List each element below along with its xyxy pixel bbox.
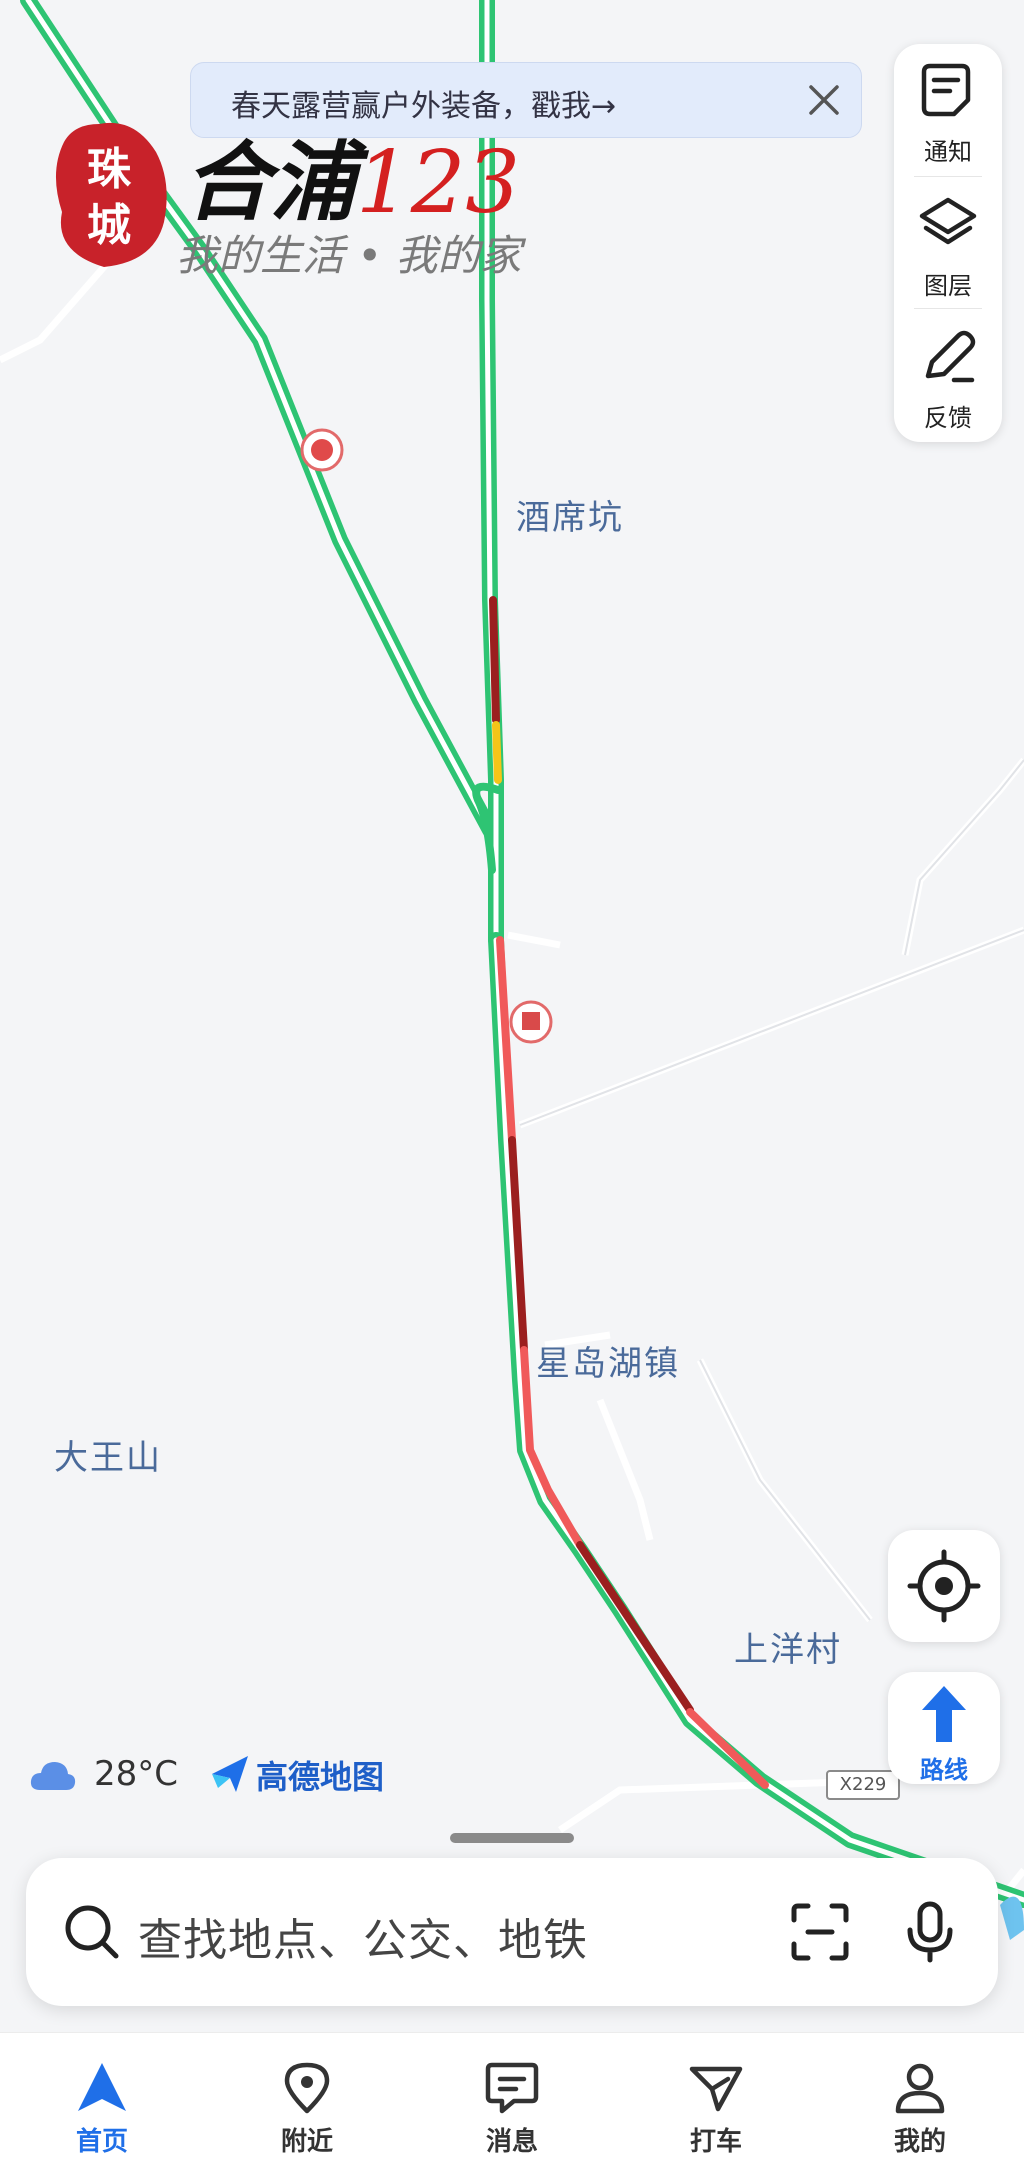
message-icon xyxy=(485,2062,539,2114)
notice-icon xyxy=(921,63,971,117)
cloud-icon xyxy=(30,1762,76,1790)
layers-icon xyxy=(919,197,977,245)
notice-label: 通知 xyxy=(924,138,972,166)
tab-messages[interactable]: 消息 xyxy=(410,2033,614,2165)
location-pin-icon xyxy=(284,2062,330,2114)
search-input[interactable]: 查找地点、公交、地铁 xyxy=(138,1904,588,1968)
close-icon[interactable] xyxy=(801,77,847,123)
watermark-logo: 珠 城 合浦123 我的生活 • 我的家 xyxy=(44,112,564,282)
sheet-drag-handle[interactable] xyxy=(450,1833,574,1843)
poi-marker-lower xyxy=(509,1000,553,1044)
attribution-text: 高德地图 xyxy=(256,1758,385,1796)
tab-taxi-label: 打车 xyxy=(689,2127,742,2157)
layers-label: 图层 xyxy=(924,272,972,300)
notice-button[interactable]: 通知 xyxy=(894,44,1002,172)
route-button[interactable]: 路线 xyxy=(888,1672,1000,1784)
seal-char-2: 城 xyxy=(87,200,131,251)
seal-char-1: 珠 xyxy=(87,144,132,195)
user-icon xyxy=(895,2063,945,2114)
tab-home-label: 首页 xyxy=(75,2127,128,2157)
amap-logo-icon xyxy=(212,1756,248,1792)
taxi-icon xyxy=(689,2066,743,2112)
watermark-subtitle: 我的生活 • 我的家 xyxy=(176,231,522,280)
search-bar[interactable]: 查找地点、公交、地铁 xyxy=(26,1858,998,2006)
tab-nearby-label: 附近 xyxy=(280,2127,333,2157)
bottom-tab-bar: 首页 附近 消息 打车 我的 xyxy=(0,2032,1024,2165)
feedback-icon xyxy=(925,330,976,383)
tab-home[interactable]: 首页 xyxy=(0,2033,204,2165)
tab-mine-label: 我的 xyxy=(893,2127,946,2157)
map-label-shangyang[interactable]: 上洋村 xyxy=(734,1622,842,1671)
tab-mine[interactable]: 我的 xyxy=(818,2033,1022,2165)
scan-icon[interactable] xyxy=(788,1900,852,1964)
tab-taxi[interactable]: 打车 xyxy=(614,2033,818,2165)
map-label-xingdaohu[interactable]: 星岛湖镇 xyxy=(536,1336,680,1385)
route-label: 路线 xyxy=(920,1756,968,1784)
search-icon xyxy=(65,1905,119,1959)
poi-marker-upper xyxy=(300,428,344,472)
feedback-button[interactable]: 反馈 xyxy=(894,310,1002,438)
map-label-dawangshan[interactable]: 大王山 xyxy=(54,1430,162,1479)
locate-button[interactable] xyxy=(888,1530,1000,1642)
tab-nearby[interactable]: 附近 xyxy=(205,2033,409,2165)
home-arrow-icon xyxy=(78,2063,126,2111)
map-label-jiuxikeng[interactable]: 酒席坑 xyxy=(516,490,624,539)
temperature: 28°C xyxy=(94,1754,179,1794)
locate-icon xyxy=(907,1549,981,1623)
seal-logo: 珠 城 xyxy=(55,122,167,267)
tab-messages-label: 消息 xyxy=(485,2127,538,2157)
watermark-title: 合浦123 xyxy=(184,133,521,233)
microphone-icon[interactable] xyxy=(898,1900,962,1964)
layers-button[interactable]: 图层 xyxy=(894,178,1002,306)
feedback-label: 反馈 xyxy=(924,404,972,432)
map-tools-panel: 通知 图层 反馈 xyxy=(894,44,1002,442)
